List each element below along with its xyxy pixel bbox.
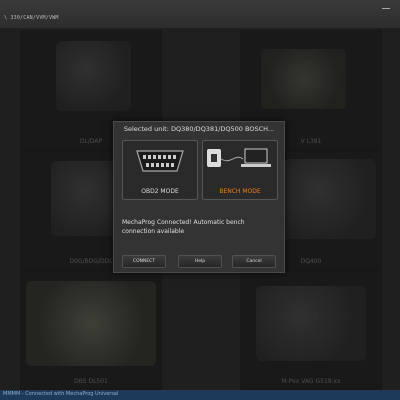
connect-button[interactable]: CONNECT <box>122 255 166 268</box>
obd-connector-icon <box>136 150 184 172</box>
minimize-icon[interactable] <box>382 8 390 9</box>
obd-mode-label: OBD2 MODE <box>141 188 179 195</box>
bench-laptop-icon <box>207 148 271 167</box>
help-button[interactable]: Help <box>178 255 222 268</box>
status-bar: MMMM - Connected with MechaProg Universa… <box>0 390 400 400</box>
path-breadcrumb: \ 330/CAN/VVM/VWM <box>4 15 59 21</box>
title-bar: \ 330/CAN/VVM/VWM <box>0 0 400 29</box>
bench-mode-label: BENCH MODE <box>219 188 261 195</box>
status-message: MechaProg Connected! Automatic bench con… <box>122 219 245 235</box>
bench-mode-option[interactable]: BENCH MODE <box>202 140 278 200</box>
status-text: MMMM - Connected with MechaProg Universa… <box>3 391 119 397</box>
connection-dialog: Selected unit: DQ380/DQ381/DQ500 BOSCH..… <box>113 121 285 273</box>
dialog-title: Selected unit: DQ380/DQ381/DQ500 BOSCH..… <box>123 125 275 133</box>
obd-mode-option[interactable]: OBD2 MODE <box>122 140 198 200</box>
cancel-button[interactable]: Cancel <box>232 255 276 268</box>
